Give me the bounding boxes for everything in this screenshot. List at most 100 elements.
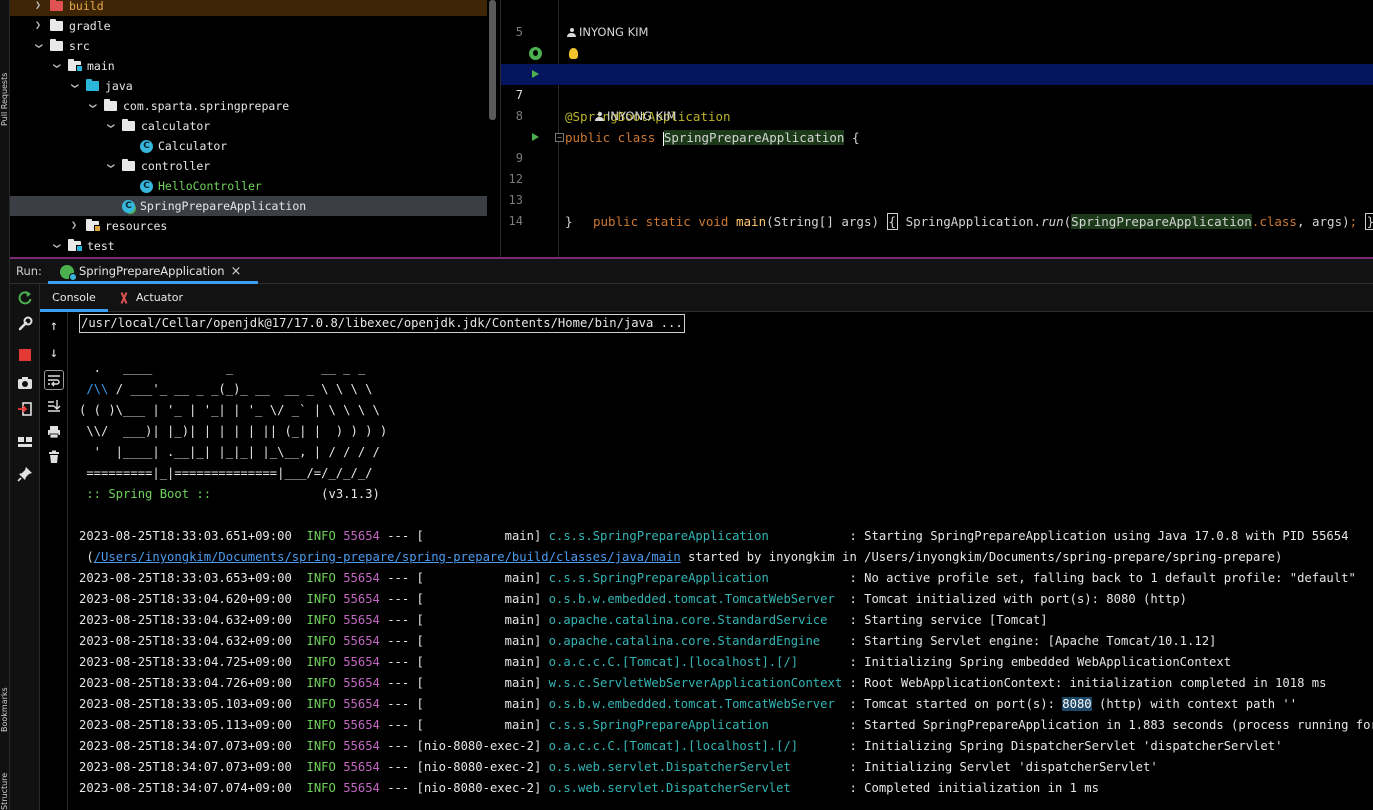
pull-requests-tool-tab[interactable]: Pull Requests: [0, 36, 10, 126]
highlighted-port[interactable]: 8080: [1062, 697, 1092, 711]
path-prefix: (: [79, 550, 94, 564]
tree-item-java[interactable]: ❯ java: [10, 76, 487, 96]
tree-item-gradle[interactable]: ❯ gradle: [10, 16, 487, 36]
editor-line-14[interactable]: 14: [501, 190, 1373, 228]
chevron-right-icon[interactable]: ❯: [68, 216, 80, 236]
log-timestamp: 2023-08-25T18:33:04.620+09:00: [79, 592, 292, 606]
banner-line: \\/ ___)| |_)| | | | | || (_| | ) ) ) ): [79, 424, 388, 438]
camera-icon[interactable]: [17, 375, 33, 391]
tree-scrollbar[interactable]: [489, 0, 496, 120]
tree-item-main[interactable]: ❯ main: [10, 56, 487, 76]
chevron-down-icon[interactable]: ❯: [64, 80, 84, 92]
tree-item-calculator-package[interactable]: ❯ calculator: [10, 116, 487, 136]
log-message: : Tomcat started on port(s):: [842, 697, 1063, 711]
log-message: : Completed initialization in 1 ms: [842, 781, 1099, 795]
class-icon: C: [140, 179, 153, 193]
run-config-tab[interactable]: SpringPrepareApplication ×: [48, 259, 258, 284]
tab-actuator[interactable]: Actuator: [118, 284, 183, 312]
chevron-down-icon[interactable]: ❯: [82, 100, 102, 112]
java-source-root-icon: [86, 79, 99, 91]
receiver-token: SpringApplication.: [905, 214, 1042, 229]
log-level: INFO: [306, 634, 336, 648]
spring-boot-class-icon: C: [122, 199, 135, 213]
log-sep: --- [: [379, 718, 424, 732]
log-pid: 55654: [343, 613, 380, 627]
pin-icon[interactable]: [17, 466, 33, 482]
author-hint[interactable]: INYONG KIM: [595, 106, 676, 127]
tree-item-controller-package[interactable]: ❯ controller: [10, 156, 487, 176]
tree-item-test[interactable]: ❯ test: [10, 236, 487, 256]
static-call-token: run: [1041, 214, 1064, 229]
log-message: : Tomcat initialized with port(s): 8080 …: [842, 592, 1188, 606]
bookmarks-tool-tab[interactable]: Bookmarks: [0, 668, 10, 732]
editor-line-6[interactable]: 6 @SpringBootApplication: [501, 43, 1373, 124]
log-logger: c.s.s.SpringPrepareApplication: [548, 529, 843, 543]
code-closing-brace: }: [565, 214, 573, 229]
package-icon: [122, 119, 135, 131]
chevron-down-icon[interactable]: ❯: [28, 40, 48, 52]
log-logger: o.s.web.servlet.DispatcherServlet: [548, 781, 843, 795]
chevron-right-icon[interactable]: ❯: [32, 16, 44, 36]
log-thread: nio-8080-exec-2: [423, 781, 534, 795]
structure-tool-tab[interactable]: Structure: [0, 760, 10, 810]
log-logger: o.a.c.c.C.[Tomcat].[localhost].[/]: [548, 655, 843, 669]
arrow-down-icon[interactable]: ↓: [44, 343, 64, 363]
tab-console[interactable]: Console: [40, 284, 108, 312]
chevron-right-icon[interactable]: ❯: [32, 0, 44, 16]
java-command-line[interactable]: /usr/local/Cellar/openjdk@17/17.0.8/libe…: [79, 314, 685, 333]
rerun-icon[interactable]: [17, 290, 33, 306]
arrow-up-icon[interactable]: ↑: [44, 316, 64, 336]
editor-line-13[interactable]: 13 }: [501, 169, 1373, 229]
scroll-to-end-icon[interactable]: [44, 396, 64, 416]
tree-item-resources[interactable]: ❯ resources: [10, 216, 487, 236]
fold-icon[interactable]: −: [555, 133, 564, 142]
lightbulb-icon[interactable]: [569, 48, 578, 59]
tree-item-spring-prepare-application[interactable]: C SpringPrepareApplication: [10, 196, 487, 216]
soft-wrap-icon[interactable]: [44, 370, 64, 390]
run-gutter-icon[interactable]: [532, 70, 539, 78]
chevron-down-icon[interactable]: ❯: [100, 120, 120, 132]
tree-item-src[interactable]: ❯ src: [10, 36, 487, 56]
actuator-icon: [118, 292, 130, 304]
log-message: : Starting SpringPrepareApplication usin…: [842, 529, 1349, 543]
tree-item-calculator-class[interactable]: C Calculator: [10, 136, 487, 156]
editor-line-5[interactable]: 5: [501, 1, 1373, 39]
person-icon: [595, 112, 604, 121]
console-output[interactable]: /usr/local/Cellar/openjdk@17/17.0.8/libe…: [68, 312, 1373, 810]
wrench-icon[interactable]: [17, 316, 33, 332]
stop-icon[interactable]: [19, 349, 31, 361]
chevron-down-icon[interactable]: ❯: [46, 240, 66, 252]
line-number: 14: [508, 214, 523, 228]
code-editor[interactable]: 5 INYONG KIM 6 @SpringBootApplication 7 …: [500, 0, 1373, 257]
tree-item-build[interactable]: ❯ build: [10, 0, 487, 16]
log-pid: 55654: [343, 760, 380, 774]
tree-item-hello-controller[interactable]: C HelloController: [10, 176, 487, 196]
log-level: INFO: [306, 571, 336, 585]
run-gutter-icon[interactable]: [532, 133, 539, 141]
classes-path-link[interactable]: /Users/inyongkim/Documents/spring-prepar…: [94, 550, 681, 564]
log-timestamp: 2023-08-25T18:33:03.651+09:00: [79, 529, 292, 543]
editor-line-9[interactable]: 9 − public static void main(String[] arg…: [501, 127, 1373, 230]
spring-bean-gutter-icon[interactable]: [529, 47, 542, 60]
editor-line-7[interactable]: 7 public class SpringPrepareApplication …: [501, 64, 1373, 146]
author-hint[interactable]: INYONG KIM: [567, 22, 648, 43]
tree-item-label: controller: [141, 159, 211, 173]
tree-item-package-root[interactable]: ❯ com.sparta.springprepare: [10, 96, 487, 116]
log-thread: main: [423, 655, 534, 669]
login-icon[interactable]: [17, 401, 33, 417]
editor-line-8[interactable]: 8: [501, 85, 1373, 123]
log-sep: --- [: [379, 592, 424, 606]
editor-line-12[interactable]: 12: [501, 148, 1373, 186]
log-logger: c.s.s.SpringPrepareApplication: [548, 718, 843, 732]
run-label: Run:: [16, 264, 42, 278]
trash-icon[interactable]: [44, 447, 64, 467]
layout-icon[interactable]: [17, 434, 33, 450]
spring-boot-label: :: Spring Boot ::: [79, 487, 219, 501]
chevron-down-icon[interactable]: ❯: [46, 60, 66, 72]
print-icon[interactable]: [44, 422, 64, 442]
chevron-down-icon[interactable]: ❯: [100, 160, 120, 172]
log-thread: main: [423, 571, 534, 585]
log-line: 2023-08-25T18:33:04.632+09:00 INFO 55654…: [79, 634, 1217, 648]
log-line: 2023-08-25T18:33:03.653+09:00 INFO 55654…: [79, 571, 1356, 585]
console-subtabs: Console Actuator: [40, 284, 1373, 312]
